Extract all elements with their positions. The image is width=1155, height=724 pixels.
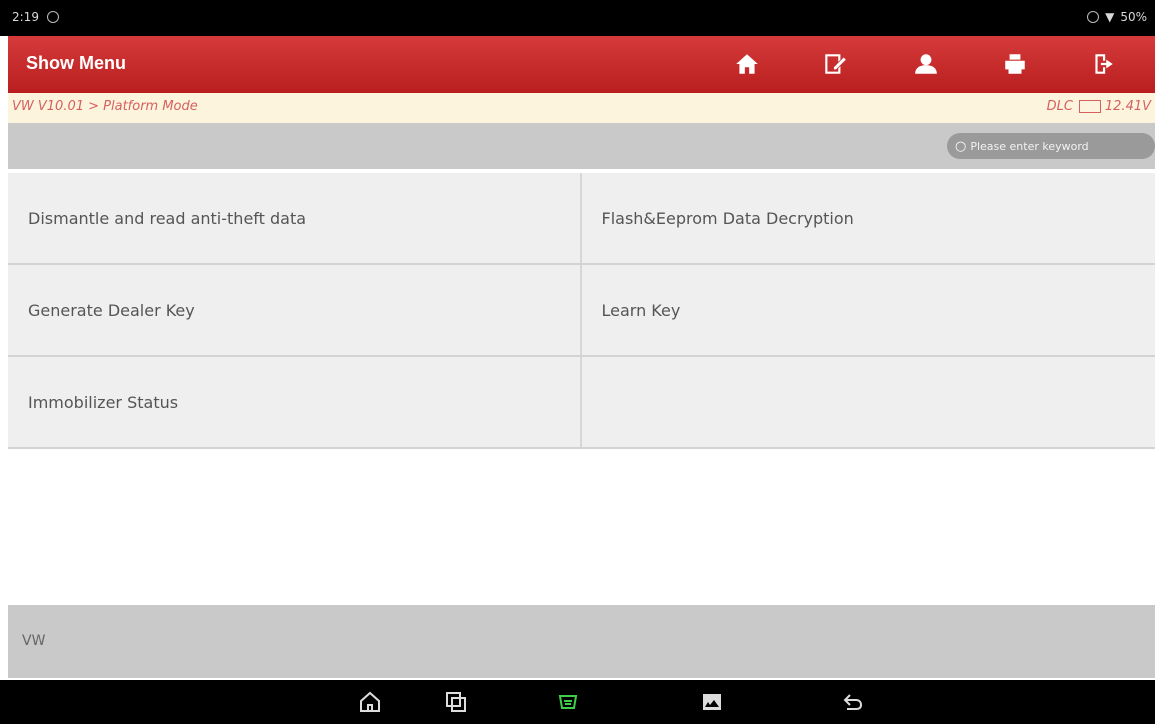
menu-row: Immobilizer Status — [8, 357, 1155, 449]
wifi-icon: ▼ — [1105, 10, 1115, 24]
search-box[interactable]: ○ — [947, 133, 1155, 159]
menu-item-dismantle-read-anti-theft[interactable]: Dismantle and read anti-theft data — [8, 173, 582, 263]
android-nav-bar — [0, 680, 1155, 724]
alarm-icon — [1087, 11, 1100, 23]
status-bar: 2:19 ▼ 50% — [0, 0, 1155, 36]
nav-screenshot-icon[interactable] — [698, 688, 726, 716]
nav-back-icon[interactable] — [839, 688, 867, 716]
print-icon[interactable] — [1000, 50, 1030, 78]
exit-icon[interactable] — [1088, 50, 1118, 78]
home-icon[interactable] — [732, 50, 762, 78]
page-title: Show Menu — [26, 53, 126, 73]
menu-item-empty — [581, 357, 1155, 447]
search-input[interactable] — [968, 138, 1153, 154]
nav-recent-apps-icon[interactable] — [442, 688, 470, 716]
status-time: 2:19 — [12, 10, 39, 24]
status-battery: 50% — [1120, 10, 1147, 24]
nav-home-icon[interactable] — [356, 688, 384, 716]
menu-grid: Dismantle and read anti-theft data Flash… — [8, 173, 1155, 449]
menu-row: Generate Dealer Key Learn Key — [8, 265, 1155, 357]
menu-item-learn-key[interactable]: Learn Key — [581, 265, 1155, 355]
breadcrumb: VW V10.01 > Platform Mode — [12, 99, 198, 114]
footer-bar: VW — [8, 605, 1155, 678]
notification-icon — [46, 11, 59, 23]
battery-icon — [1078, 100, 1101, 113]
menu-item-immobilizer-status[interactable]: Immobilizer Status — [8, 357, 582, 447]
dlc-label: DLC — [1046, 99, 1073, 114]
search-icon: ○ — [955, 138, 967, 154]
title-bar: Show Menu — [8, 36, 1155, 93]
voltage-indicator: 12.41V — [1078, 99, 1151, 114]
footer-brand: VW — [22, 633, 46, 649]
nav-vci-icon[interactable] — [554, 688, 582, 716]
breadcrumb-bar: VW V10.01 > Platform Mode DLC 12.41V — [8, 93, 1155, 123]
user-icon[interactable] — [911, 50, 941, 78]
menu-item-flash-eeprom-decryption[interactable]: Flash&Eeprom Data Decryption — [581, 173, 1155, 263]
edit-report-icon[interactable] — [820, 50, 850, 78]
search-bar: ○ — [8, 123, 1155, 169]
menu-row: Dismantle and read anti-theft data Flash… — [8, 173, 1155, 265]
voltage-value: 12.41V — [1104, 99, 1151, 114]
menu-item-generate-dealer-key[interactable]: Generate Dealer Key — [8, 265, 582, 355]
